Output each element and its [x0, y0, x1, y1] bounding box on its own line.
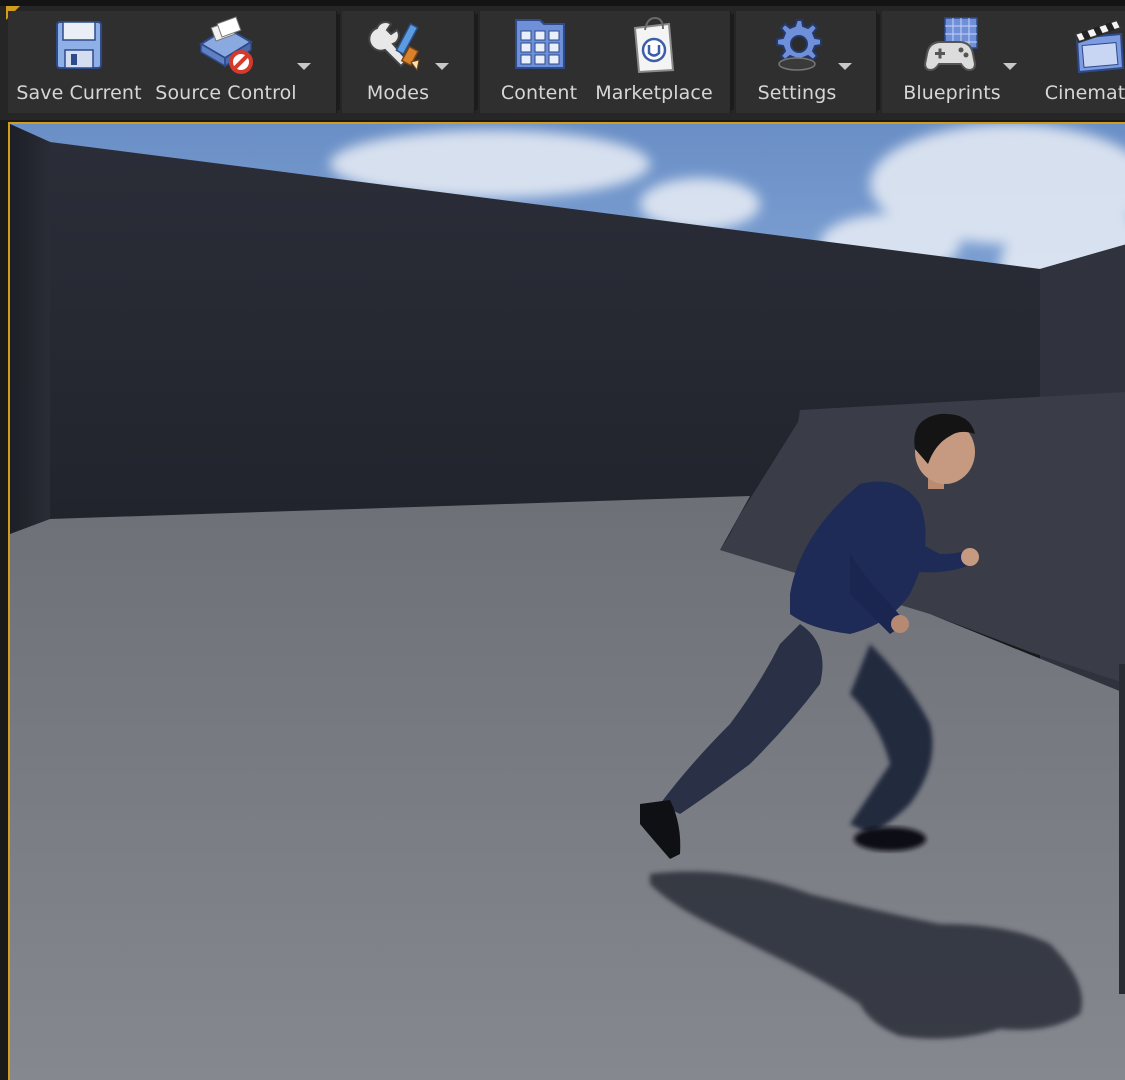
left-wall [10, 124, 50, 534]
viewport-scene [10, 124, 1125, 1080]
floppy-disk-icon [56, 21, 102, 69]
settings-button[interactable]: Settings [750, 14, 844, 110]
source-control-button[interactable]: Source Control [154, 14, 298, 110]
shopping-bag-icon [633, 16, 675, 74]
blueprints-label: Blueprints [903, 82, 1001, 104]
settings-label: Settings [757, 82, 837, 104]
level-viewport[interactable] [8, 122, 1125, 1080]
gamepad-blueprint-icon [923, 17, 978, 72]
save-current-button[interactable]: Save Current [14, 14, 144, 110]
toolbar-separator [475, 14, 478, 110]
wrench-brush-icon [368, 21, 420, 72]
clapperboard-icon [1073, 18, 1125, 74]
toolbar-separator [337, 14, 340, 110]
cinematics-button[interactable]: Cinematics [1038, 14, 1125, 110]
marketplace-label: Marketplace [595, 82, 713, 104]
cinematics-label: Cinematics [1044, 82, 1125, 104]
source-control-disabled-icon [199, 16, 253, 74]
save-current-label: Save Current [16, 82, 142, 104]
blueprints-button[interactable]: Blueprints [900, 14, 1004, 110]
marketplace-button[interactable]: Marketplace [592, 14, 716, 110]
modes-dropdown-arrow[interactable] [435, 63, 449, 70]
settings-dropdown-arrow[interactable] [838, 63, 852, 70]
source-control-label: Source Control [155, 82, 297, 104]
content-button[interactable]: Content [494, 14, 584, 110]
blueprints-dropdown-arrow[interactable] [1003, 63, 1017, 70]
gear-icon [776, 19, 822, 71]
main-toolbar: Save Current Source Control Modes Conten… [0, 0, 1125, 120]
content-label: Content [500, 82, 578, 104]
viewport-right-edge [1119, 664, 1125, 994]
toolbar-separator [731, 14, 734, 110]
content-grid-icon [515, 19, 565, 69]
modes-button[interactable]: Modes [350, 14, 446, 110]
modes-label: Modes [366, 82, 430, 104]
toolbar-separator [877, 14, 880, 110]
source-control-dropdown-arrow[interactable] [297, 63, 311, 70]
